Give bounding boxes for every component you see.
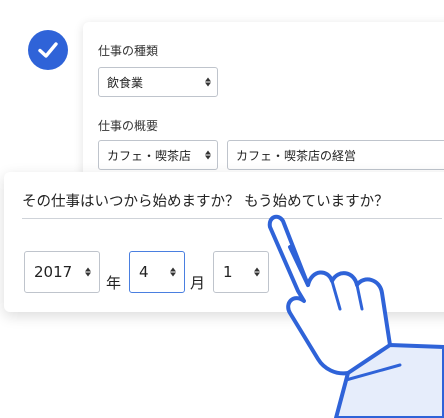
year-value: 2017: [34, 263, 73, 281]
job-type-select[interactable]: 飲食業: [98, 67, 218, 97]
day-value: 1: [223, 263, 233, 281]
month-value: 4: [139, 263, 149, 281]
job-summary-category-value: カフェ・喫茶店: [107, 148, 192, 163]
job-summary-label: 仕事の概要: [98, 119, 159, 133]
job-summary-category-select[interactable]: カフェ・喫茶店: [98, 140, 218, 170]
job-summary-text-field[interactable]: カフェ・喫茶店の経営: [227, 140, 444, 170]
year-select[interactable]: 2017: [24, 251, 100, 293]
job-summary-text-value: カフェ・喫茶店の経営: [236, 148, 357, 163]
select-arrows-icon: [205, 150, 211, 160]
job-type-label: 仕事の種類: [98, 44, 159, 58]
select-arrows-icon: [85, 267, 91, 277]
check-badge: [28, 30, 68, 70]
select-arrows-icon: [205, 77, 211, 87]
pointing-hand-icon: [267, 214, 444, 418]
job-type-value: 飲食業: [107, 75, 144, 90]
select-arrows-icon: [170, 267, 176, 277]
check-icon: [38, 42, 58, 58]
month-unit: 月: [190, 274, 206, 292]
month-select[interactable]: 4: [129, 251, 185, 293]
year-unit: 年: [106, 274, 122, 292]
